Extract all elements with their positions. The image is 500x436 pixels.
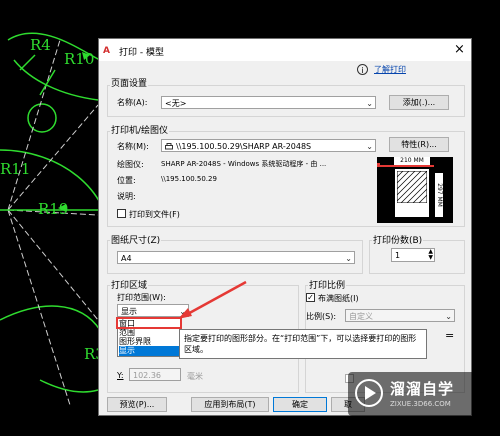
width-marker-line (379, 165, 434, 167)
printer-name-select[interactable]: \\195.100.50.29\SHARP AR-2048S ⌄ (161, 139, 376, 152)
location-value: \\195.100.50.29 (161, 175, 217, 183)
scale-label: 比例(S): (306, 312, 337, 321)
dialog-titlebar: A 打印 - 模型 × (99, 39, 471, 61)
chevron-down-icon: ⌄ (366, 99, 373, 108)
print-to-file-label: 打印到文件(F) (129, 210, 180, 219)
autocad-app-icon: A (103, 44, 115, 56)
option-display-selected[interactable]: 显示 (119, 346, 179, 356)
page-setup-name-select[interactable]: <无> ⌄ (161, 96, 376, 109)
info-icon: i (357, 64, 368, 75)
cad-label-r19: R19 (38, 200, 69, 218)
paper-height-text: 297 MM (435, 173, 443, 217)
chevron-down-icon: ⌄ (366, 142, 373, 151)
scale-select[interactable]: 自定义 ⌄ (345, 309, 455, 322)
svg-text:A: A (103, 46, 110, 55)
printer-icon (165, 142, 173, 150)
paper-height-dimension: 297 MM (435, 173, 443, 217)
cad-label-r10: R10 (64, 50, 95, 68)
printer-name-value: \\195.100.50.29\SHARP AR-2048S (176, 142, 312, 151)
offset-y-label: Y: (117, 371, 124, 380)
print-dialog: A 打印 - 模型 × i 了解打印 页面设置 名称(A): <无> ⌄ 添加(.… (98, 38, 472, 416)
paper-size-value: A4 (121, 254, 132, 263)
watermark-url: ZIXUE.3D66.COM (390, 400, 451, 408)
plotter-value: SHARP AR-2048S - Windows 系统驱动程序 - 由 ... (161, 160, 327, 168)
plot-area-title: 打印区域 (110, 278, 149, 291)
plot-range-tooltip: 指定要打印的图形部分。在“打印范围”下，可以选择要打印的图形区域。 (179, 329, 427, 359)
watermark: 溜溜自学 ZIXUE.3D66.COM (348, 372, 488, 416)
offset-y-value: 102.36 (133, 371, 161, 380)
description-label: 说明: (117, 192, 136, 201)
copies-title: 打印份数(B) (372, 233, 424, 246)
plot-scale-title: 打印比例 (308, 278, 347, 291)
copies-spinner[interactable]: 1 ▲ ▼ (391, 248, 435, 262)
cad-label-r4: R4 (30, 36, 51, 54)
copies-value: 1 (395, 251, 401, 260)
spinner-arrows-icon[interactable]: ▲ ▼ (428, 249, 433, 261)
apply-to-layout-button[interactable]: 应用到布局(T) (191, 397, 269, 412)
fit-to-paper-checkbox[interactable]: ✓ (306, 293, 315, 302)
plot-range-value: 显示 (121, 307, 137, 316)
paper-preview: 210 MM 297 MM (377, 157, 453, 223)
chevron-down-icon: ⌄ (345, 254, 352, 263)
printer-properties-button[interactable]: 特性(R)... (389, 137, 449, 152)
printable-area-hatch (397, 171, 427, 203)
help-link[interactable]: 了解打印 (374, 64, 406, 75)
print-to-file-checkbox[interactable] (117, 209, 126, 218)
annotation-arrow (178, 280, 247, 319)
ok-button[interactable]: 确定 (273, 397, 327, 412)
dialog-title: 打印 - 模型 (119, 48, 164, 58)
paper-size-title: 图纸尺寸(Z) (110, 233, 162, 246)
scale-value: 自定义 (349, 312, 373, 321)
printer-group-title: 打印机/绘图仪 (110, 123, 170, 136)
fit-to-paper-label: 布满图纸(I) (318, 294, 359, 303)
plot-range-label: 打印范围(W): (117, 293, 166, 302)
option-extents[interactable]: 范围 (119, 328, 179, 337)
watermark-logo-icon (355, 379, 383, 407)
page-setup-title: 页面设置 (110, 76, 149, 89)
option-limits[interactable]: 图形界限 (119, 337, 179, 346)
paper-size-select[interactable]: A4 ⌄ (117, 251, 355, 264)
preview-button[interactable]: 预览(P)... (107, 397, 167, 412)
offset-y-unit: 毫米 (187, 372, 203, 381)
cad-label-r11: R11 (0, 160, 31, 178)
offset-y-input[interactable]: 102.36 (129, 368, 181, 381)
location-label: 位置: (117, 176, 136, 185)
printer-name-label: 名称(M): (117, 142, 149, 151)
page-setup-name-value: <无> (165, 99, 187, 108)
page-setup-name-label: 名称(A): (117, 98, 148, 107)
paper-width-dimension: 210 MM (394, 157, 430, 165)
scale-equals: = (445, 329, 455, 342)
plotter-label: 绘图仪: (117, 160, 144, 169)
add-page-setup-button[interactable]: 添加(.)... (389, 95, 449, 110)
watermark-title: 溜溜自学 (390, 380, 455, 398)
close-button[interactable]: × (454, 42, 465, 57)
chevron-down-icon: ⌄ (445, 312, 452, 321)
